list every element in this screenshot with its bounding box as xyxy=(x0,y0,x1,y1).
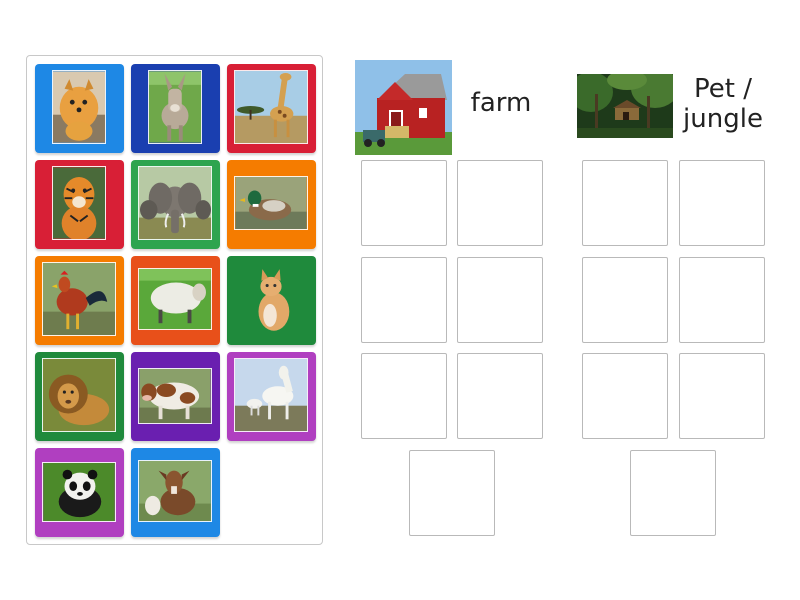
sheep-image xyxy=(138,268,212,330)
tiger-image xyxy=(52,166,106,240)
jungle-drop-slot[interactable] xyxy=(582,257,668,343)
card-dog[interactable] xyxy=(35,64,124,153)
elephant-image xyxy=(138,166,212,240)
card-goat[interactable] xyxy=(131,448,220,537)
panda-image xyxy=(42,462,116,522)
card-tiger[interactable] xyxy=(35,160,124,249)
card-donkey[interactable] xyxy=(131,64,220,153)
card-rooster[interactable] xyxy=(35,256,124,345)
card-horse[interactable] xyxy=(227,352,316,441)
jungle-drop-slot[interactable] xyxy=(582,353,668,439)
jungle-drop-slot[interactable] xyxy=(582,160,668,246)
farm-drop-slot[interactable] xyxy=(361,160,447,246)
farm-drop-slot[interactable] xyxy=(361,257,447,343)
jungle-category-label: Pet / jungle xyxy=(678,74,768,134)
card-cat[interactable] xyxy=(227,256,316,345)
farm-drop-slot[interactable] xyxy=(409,450,495,536)
jungle-label-line-2: jungle xyxy=(683,104,763,134)
card-giraffe[interactable] xyxy=(227,64,316,153)
duck-image xyxy=(234,176,308,230)
farm-drop-slot[interactable] xyxy=(457,257,543,343)
goat-image xyxy=(138,460,212,522)
horse-image xyxy=(234,358,308,432)
card-pool xyxy=(26,55,323,545)
card-panda[interactable] xyxy=(35,448,124,537)
jungle-drop-slot[interactable] xyxy=(630,450,716,536)
jungle-drop-slot[interactable] xyxy=(679,257,765,343)
card-elephant[interactable] xyxy=(131,160,220,249)
farm-category-label: farm xyxy=(470,88,532,118)
card-cow[interactable] xyxy=(131,352,220,441)
card-sheep[interactable] xyxy=(131,256,220,345)
jungle-category-image xyxy=(577,74,673,138)
cat-image xyxy=(244,262,298,336)
card-duck[interactable] xyxy=(227,160,316,249)
farm-drop-slot[interactable] xyxy=(361,353,447,439)
rooster-image xyxy=(42,262,116,336)
giraffe-image xyxy=(234,70,308,144)
donkey-image xyxy=(148,70,202,144)
card-lion[interactable] xyxy=(35,352,124,441)
cow-image xyxy=(138,368,212,424)
dog-image xyxy=(52,70,106,144)
farm-drop-slot[interactable] xyxy=(457,160,543,246)
lion-image xyxy=(42,358,116,432)
jungle-drop-slot[interactable] xyxy=(679,160,765,246)
farm-category-image xyxy=(355,60,452,155)
farm-drop-slot[interactable] xyxy=(457,353,543,439)
jungle-label-line-1: Pet / xyxy=(694,74,752,104)
jungle-drop-slot[interactable] xyxy=(679,353,765,439)
